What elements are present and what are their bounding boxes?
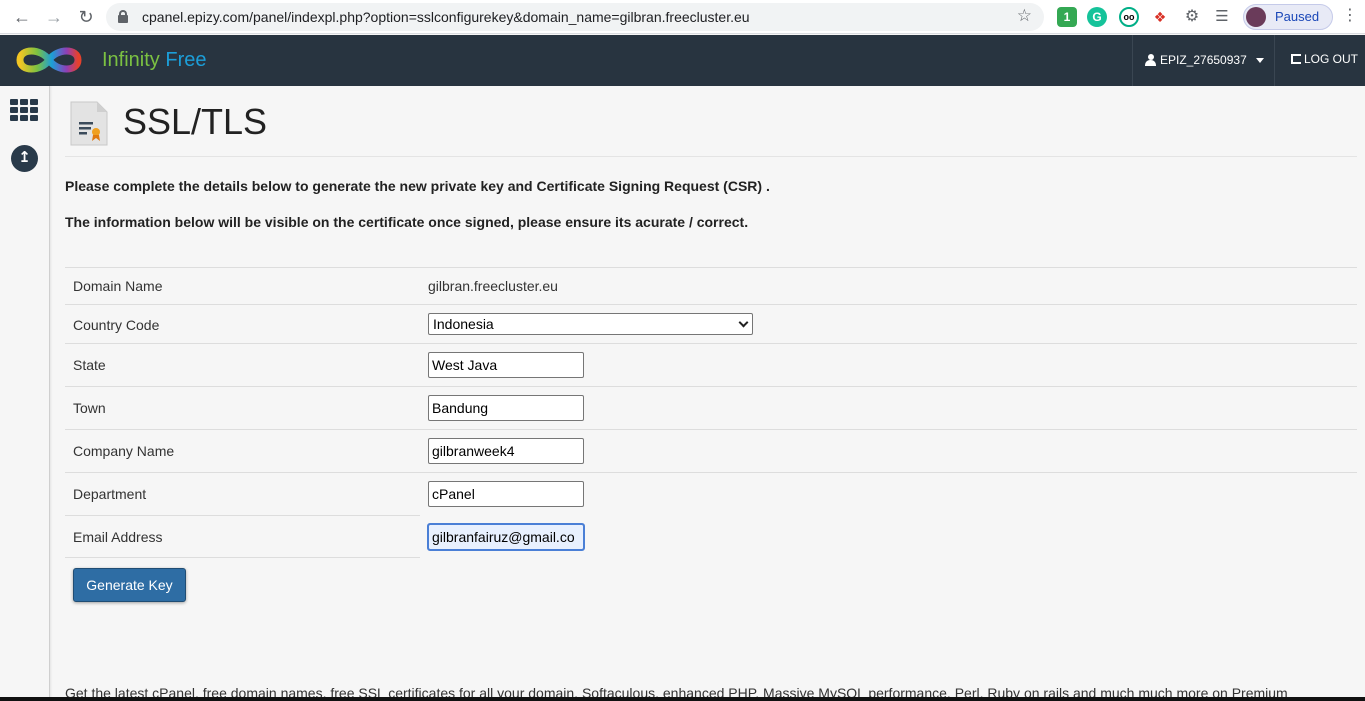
avatar [1246,7,1266,27]
generate-key-button[interactable]: Generate Key [73,568,186,602]
table-row: State West Java [65,343,1357,386]
table-row: Country Code Indonesia [65,304,1357,343]
email-field[interactable]: gilbranfairuz@gmail.co [427,523,585,551]
state-input[interactable]: West Java [428,352,584,378]
profile-status: Paused [1275,9,1320,24]
user-menu[interactable]: EPIZ_27650937 [1132,35,1275,86]
upload-icon[interactable]: ↥ [11,145,38,172]
intro-text-1: Please complete the details below to gen… [65,178,770,194]
media-queue-icon[interactable]: ☰ [1212,7,1232,27]
extension-shield-icon[interactable]: 1 [1057,7,1077,27]
infinity-logo-icon[interactable] [14,43,84,77]
state-label: State [73,357,106,373]
chevron-down-icon [1256,58,1264,63]
domain-value: gilbran.freecluster.eu [428,278,558,294]
brand-infinity: Infinity [102,49,160,71]
browser-menu-icon[interactable]: ⋮ [1342,5,1358,25]
page-title: SSL/TLS [123,101,268,142]
username: EPIZ_27650937 [1160,53,1247,67]
department-label: Department [73,486,147,502]
forward-arrow-icon[interactable]: → [42,5,66,29]
address-bar[interactable]: cpanel.epizy.com/panel/indexpl.php?optio… [106,3,1044,31]
company-input[interactable]: gilbranweek4 [428,438,584,464]
country-select[interactable]: Indonesia [428,313,753,335]
table-row: Domain Name gilbran.freecluster.eu [65,267,1357,304]
bottom-edge [0,697,1365,701]
brand-name[interactable]: Infinity Free [102,49,207,72]
extensions-puzzle-icon[interactable]: ⚙ [1182,7,1202,27]
extension-red-icon[interactable]: ❖ [1150,7,1170,27]
company-label: Company Name [73,443,175,459]
country-selected-value: Indonesia [433,316,494,332]
tripadvisor-icon[interactable]: oo [1119,7,1139,27]
apps-grid-icon[interactable] [10,99,38,121]
grammarly-icon[interactable]: G [1087,7,1107,27]
extension-badge: 1 [1063,10,1071,24]
intro-text-2: The information below will be visible on… [65,214,749,230]
email-label: Email Address [73,529,163,545]
table-row: Email Address gilbranfairuz@gmail.co [65,515,585,558]
country-label: Country Code [73,317,160,333]
logout-button[interactable]: LOG OUT [1291,52,1358,66]
chevron-down-icon [738,317,749,328]
left-rail: ↥ [0,86,50,701]
url-text[interactable]: cpanel.epizy.com/panel/indexpl.php?optio… [142,9,750,25]
town-label: Town [73,400,106,416]
table-row: Company Name gilbranweek4 [65,429,1357,472]
town-input[interactable]: Bandung [428,395,584,421]
logout-label: LOG OUT [1304,52,1359,66]
brand-free: Free [165,49,207,71]
lock-icon [118,10,128,23]
domain-label: Domain Name [73,278,163,294]
certificate-icon [70,101,108,146]
main-content: SSL/TLS Please complete the details belo… [65,86,1357,701]
back-arrow-icon[interactable]: ← [10,5,34,29]
department-input[interactable]: cPanel [428,481,584,507]
logout-icon [1291,54,1301,64]
bookmark-star-icon[interactable]: ☆ [1017,6,1032,26]
csr-form-table: Domain Name gilbran.freecluster.eu Count… [65,267,1357,558]
table-row: Town Bandung [65,386,1357,429]
profile-button[interactable]: Paused [1243,4,1333,30]
browser-toolbar: ← → ↻ cpanel.epizy.com/panel/indexpl.php… [0,0,1365,34]
table-row: Department cPanel [65,472,1357,515]
reload-icon[interactable]: ↻ [74,5,98,29]
user-icon [1145,54,1156,66]
title-divider [65,156,1357,157]
app-header: Infinity Free EPIZ_27650937 LOG OUT [0,35,1365,86]
